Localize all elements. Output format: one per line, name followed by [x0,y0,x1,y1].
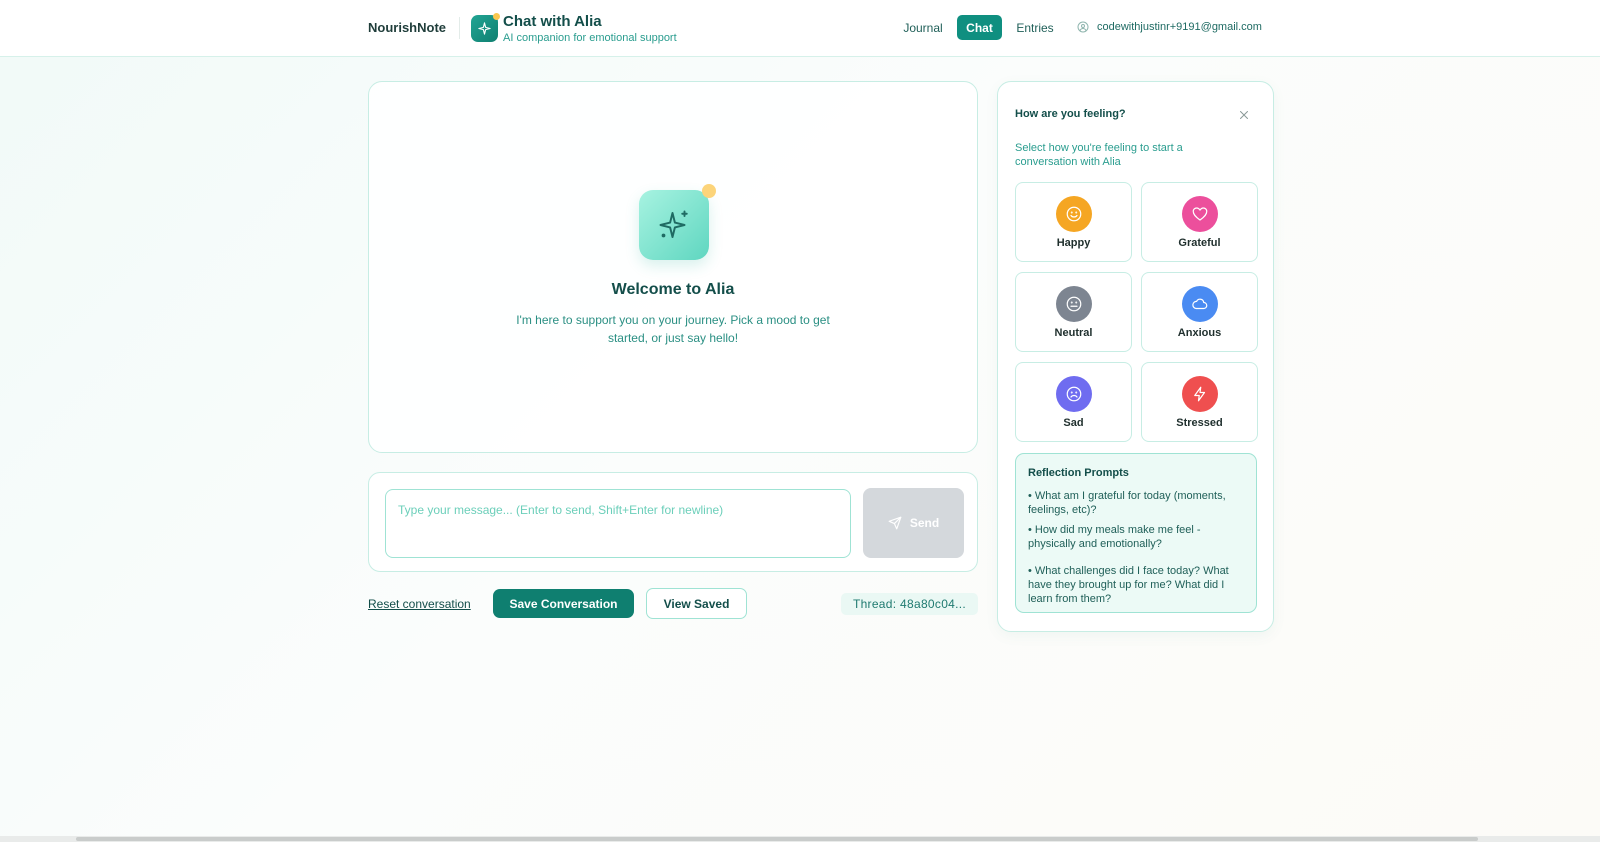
heart-icon [1182,196,1218,232]
mood-label: Grateful [1178,237,1221,249]
chat-panel: Welcome to Alia I'm here to support you … [368,81,978,453]
mood-panel-description: Select how you're feeling to start a con… [1015,142,1183,168]
reflection-prompts: Reflection Prompts • What am I grateful … [1015,453,1257,613]
mood-label: Stressed [1176,417,1223,429]
mood-neutral[interactable]: Neutral [1015,272,1132,352]
top-header: NourishNote Chat with Alia AI companion … [0,0,1600,57]
brand-logo[interactable]: NourishNote [368,20,446,35]
mood-panel-title: How are you feeling? [1015,108,1126,120]
frown-icon [1056,376,1092,412]
thread-badge: Thread: 48a80c04... [841,593,978,615]
reflection-prompt-item: • What challenges did I face today? What… [1028,565,1229,605]
mood-label: Neutral [1054,327,1093,339]
neutral-face-icon [1056,286,1092,322]
message-input[interactable] [385,489,851,558]
reflection-prompt-item: • How did my meals make me feel - physic… [1028,524,1201,550]
nav-journal[interactable]: Journal [896,15,950,40]
lightning-icon [1182,376,1218,412]
close-icon[interactable] [1238,109,1250,121]
send-icon [888,516,902,530]
page-subtitle: AI companion for emotional support [503,32,677,44]
nav-entries[interactable]: Entries [1010,15,1060,40]
composer-panel: Send [368,472,978,572]
header-divider [459,17,460,39]
nav-chat[interactable]: Chat [957,15,1002,40]
mood-label: Happy [1056,237,1091,249]
user-icon [1077,21,1089,33]
mood-stressed[interactable]: Stressed [1141,362,1258,442]
mood-panel: How are you feeling? Select how you're f… [997,81,1274,632]
send-button-label: Send [909,516,940,530]
app-icon-badge [493,13,500,20]
mood-grateful[interactable]: Grateful [1141,182,1258,262]
save-conversation-button[interactable]: Save Conversation [493,589,634,618]
smile-icon [1056,196,1092,232]
send-button[interactable]: Send [863,488,964,558]
page-title: Chat with Alia [503,13,602,30]
hero-icon-badge [702,184,716,198]
view-saved-button[interactable]: View Saved [646,588,747,619]
cloud-icon [1182,286,1218,322]
welcome-title: Welcome to Alia [611,281,735,298]
mood-anxious[interactable]: Anxious [1141,272,1258,352]
mood-label: Sad [1063,417,1084,429]
sparkle-hero-icon [639,184,716,260]
scrollbar-thumb[interactable] [76,837,1478,841]
welcome-text: I'm here to support you on your journey.… [516,313,830,345]
user-email[interactable]: codewithjustinr+9191@gmail.com [1097,21,1262,33]
horizontal-scrollbar[interactable] [0,836,1600,842]
sparkle-app-icon [471,13,500,42]
reflection-prompts-title: Reflection Prompts [1028,467,1129,479]
mood-happy[interactable]: Happy [1015,182,1132,262]
reset-conversation-link[interactable]: Reset conversation [368,597,471,611]
reflection-prompt-item: • What am I grateful for today (moments,… [1028,490,1226,516]
mood-sad[interactable]: Sad [1015,362,1132,442]
mood-label: Anxious [1177,327,1222,339]
